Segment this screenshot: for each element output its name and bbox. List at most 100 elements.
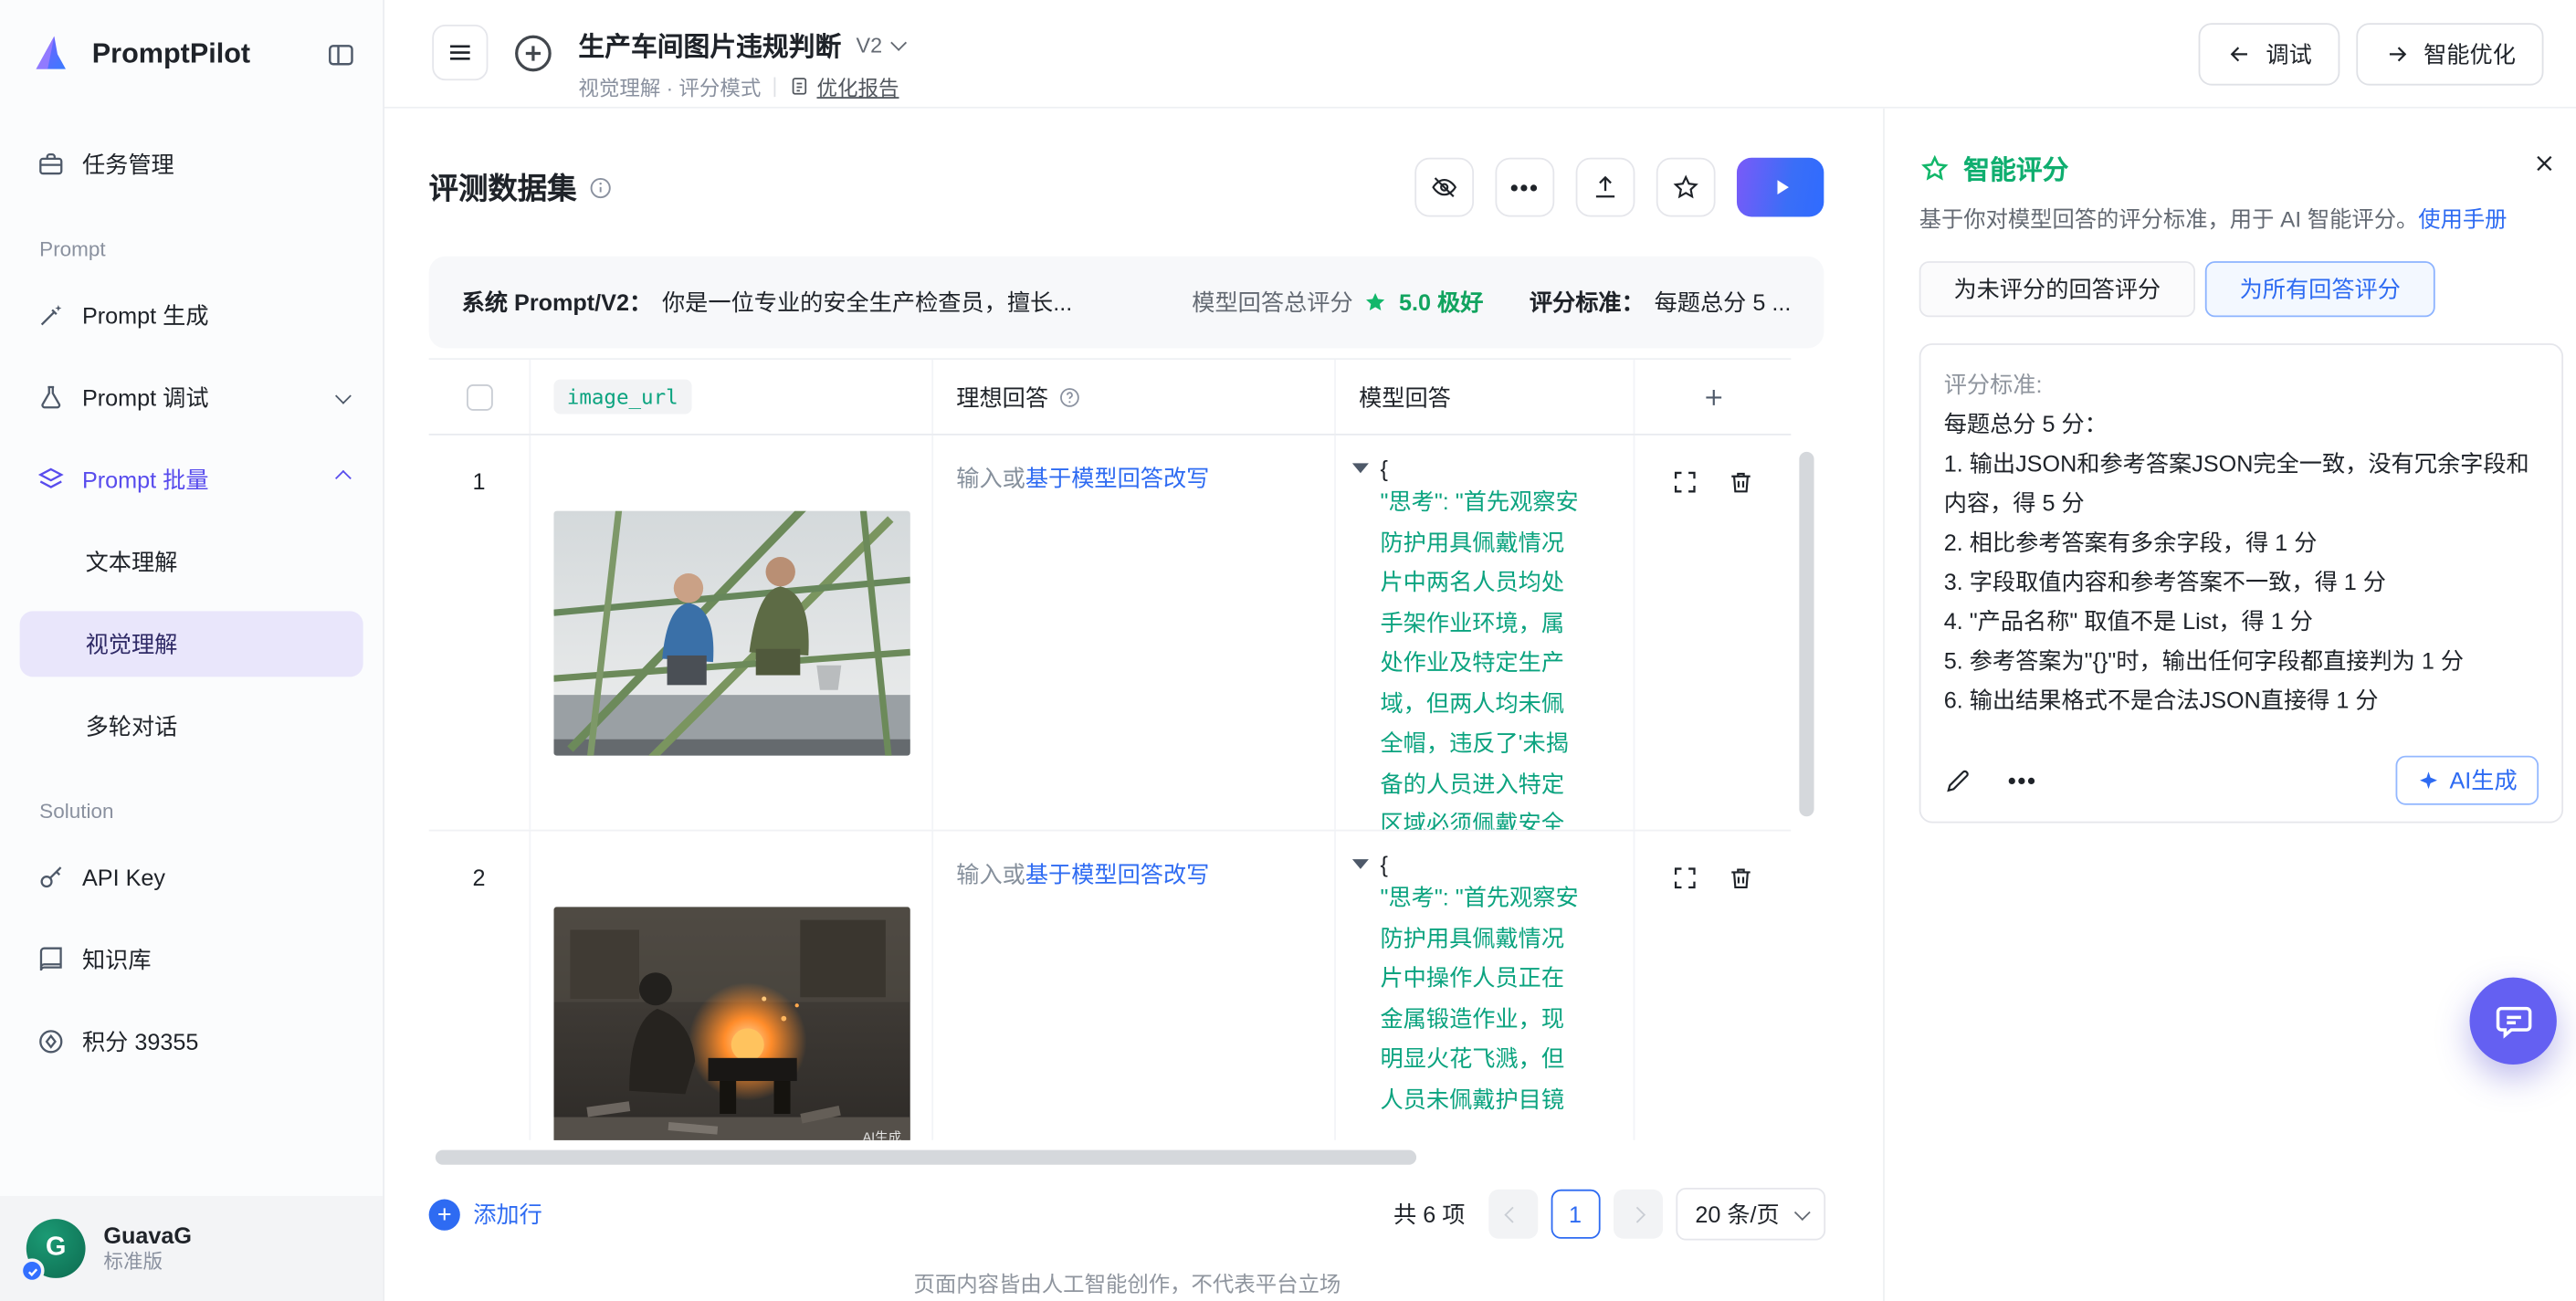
close-icon[interactable] [2532, 152, 2557, 176]
collapse-json-icon[interactable] [1352, 859, 1369, 869]
sidebar-item-visual-understanding[interactable]: 视觉理解 [20, 611, 363, 677]
sidebar-item-knowledge-base[interactable]: 知识库 [20, 927, 363, 992]
sidebar-item-label: 积分 39355 [82, 1025, 198, 1058]
chat-support-button[interactable] [2469, 978, 2556, 1065]
chevron-right-icon [1629, 1206, 1645, 1222]
more-options-icon[interactable]: ••• [2008, 767, 2037, 793]
chevron-left-icon [1505, 1206, 1521, 1222]
next-page-button[interactable] [1613, 1190, 1662, 1239]
delete-row-icon[interactable] [1727, 864, 1755, 892]
favorite-button[interactable] [1656, 158, 1716, 217]
arrow-left-icon [2226, 41, 2253, 68]
app-title: PromptPilot [92, 37, 250, 70]
select-all-checkbox[interactable] [466, 383, 492, 410]
play-icon [1765, 173, 1794, 202]
prev-page-button[interactable] [1488, 1190, 1538, 1239]
rewrite-from-model-link[interactable]: 基于模型回答改写 [1025, 465, 1210, 491]
sidebar-item-text-understanding[interactable]: 文本理解 [20, 529, 363, 594]
row-index: 2 [429, 831, 531, 1139]
section-solution-label: Solution [0, 767, 383, 836]
column-ideal-answer: 理想回答 [956, 381, 1048, 414]
row-image-thumbnail[interactable]: AI生成 [552, 906, 909, 1139]
smart-optimize-button[interactable]: 智能优化 [2356, 23, 2543, 85]
horizontal-scrollbar-thumb[interactable] [436, 1150, 1416, 1165]
score-all-button[interactable]: 为所有回答评分 [2205, 261, 2435, 317]
row-index: 1 [429, 435, 531, 830]
sparkle-icon [2416, 769, 2439, 792]
page-size-select[interactable]: 20 条/页 [1676, 1188, 1825, 1241]
sidebar-item-prompt-batch[interactable]: Prompt 批量 [20, 446, 363, 512]
delete-row-icon[interactable] [1727, 468, 1755, 497]
more-actions-button[interactable]: ••• [1495, 158, 1554, 217]
sidebar-item-multiturn-dialog[interactable]: 多轮对话 [20, 693, 363, 759]
sidebar-item-label: Prompt 批量 [82, 463, 209, 496]
sidebar-item-task-mgmt[interactable]: 任务管理 [20, 131, 363, 197]
model-answer-json: "思考": "首先观察安防护用具佩戴情况片中操作人员正在金属锻造作业，现明显火花… [1380, 877, 1626, 1119]
user-manual-link[interactable]: 使用手册 [2418, 207, 2507, 232]
page-title: 生产车间图片违规判断 [578, 25, 841, 64]
smart-scoring-panel: 智能评分 基于你对模型回答的评分标准，用于 AI 智能评分。使用手册 为未评分的… [1885, 109, 2576, 1301]
avatar: G [26, 1219, 86, 1278]
run-evaluation-button[interactable] [1737, 158, 1824, 217]
optimization-report-link[interactable]: 优化报告 [789, 70, 899, 101]
sidebar-item-label: 知识库 [82, 943, 152, 976]
book-icon [37, 945, 66, 974]
table-body: 1 [429, 435, 1792, 1140]
version-dropdown[interactable]: V2 [857, 32, 902, 57]
sidebar-item-prompt-gen[interactable]: Prompt 生成 [20, 282, 363, 348]
menu-button[interactable] [432, 25, 488, 80]
score-label: 模型回答总评分 [1192, 286, 1352, 319]
info-circle-icon[interactable] [588, 175, 613, 200]
sidebar-item-points[interactable]: 积分 39355 [20, 1009, 363, 1075]
criteria-editor[interactable]: 评分标准: 每题总分 5 分：1. 输出JSON和参考答案JSON完全一致，没有… [1919, 343, 2563, 823]
page-number-button[interactable]: 1 [1551, 1190, 1600, 1239]
sidebar-collapse-icon[interactable] [325, 38, 356, 69]
star-icon [1362, 289, 1389, 316]
sidebar: PromptPilot 任务管理 Prompt Prompt 生成 Prompt… [0, 0, 384, 1301]
user-card[interactable]: G GuavaG 标准版 [0, 1196, 383, 1301]
overall-score: 5.0 极好 [1399, 286, 1483, 319]
column-image-url: image_url [553, 380, 691, 414]
edit-pencil-icon[interactable] [1944, 766, 1972, 794]
system-prompt-text: 你是一位专业的安全生产检查员，擅长... [662, 286, 1166, 319]
add-row-button[interactable]: + 添加行 [429, 1198, 542, 1231]
sidebar-item-label: Prompt 生成 [82, 299, 209, 331]
json-open-brace: { [1380, 455, 1387, 481]
upload-button[interactable] [1576, 158, 1635, 217]
logo: PromptPilot [0, 0, 383, 95]
collapse-json-icon[interactable] [1352, 463, 1369, 473]
row-image-thumbnail[interactable] [552, 510, 909, 755]
score-unscored-button[interactable]: 为未评分的回答评分 [1919, 261, 2195, 317]
ai-generated-watermark: AI生成 [863, 1128, 901, 1139]
section-prompt-label: Prompt [0, 205, 383, 275]
plus-circle-icon: + [429, 1199, 460, 1230]
table-row: 1 [429, 435, 1792, 832]
chevron-up-icon [335, 469, 352, 486]
table-row: 2 [429, 831, 1792, 1139]
debug-button[interactable]: 调试 [2199, 23, 2340, 85]
expand-row-icon[interactable] [1671, 864, 1699, 892]
chevron-down-icon [890, 34, 907, 50]
sidebar-item-label: 任务管理 [82, 148, 174, 181]
sidebar-item-prompt-debug[interactable]: Prompt 调试 [20, 364, 363, 430]
ai-generate-button[interactable]: AI生成 [2395, 756, 2539, 805]
rewrite-from-model-link[interactable]: 基于模型回答改写 [1025, 861, 1210, 887]
sidebar-item-api-key[interactable]: API Key [20, 845, 363, 910]
sidebar-item-label: 视觉理解 [86, 627, 178, 660]
layers-icon [37, 465, 66, 494]
system-prompt-summary-bar[interactable]: 系统 Prompt/V2： 你是一位专业的安全生产检查员，擅长... 模型回答总… [429, 257, 1824, 349]
scoring-panel-desc: 基于你对模型回答的评分标准，用于 AI 智能评分。 [1919, 207, 2419, 232]
new-task-button[interactable] [511, 31, 556, 76]
add-column-button[interactable] [1635, 360, 1791, 434]
total-count: 共 6 项 [1393, 1198, 1465, 1231]
vertical-scrollbar[interactable] [1799, 452, 1814, 816]
model-answer-json: "思考": "首先观察安防护用具佩戴情况片中两名人员均处手架作业环境，属处作业及… [1380, 481, 1626, 829]
dataset-title: 评测数据集 [429, 166, 577, 209]
expand-row-icon[interactable] [1671, 468, 1699, 497]
sidebar-item-label: 文本理解 [86, 545, 178, 578]
app-window: PromptPilot 任务管理 Prompt Prompt 生成 Prompt… [0, 0, 2576, 1301]
question-circle-icon[interactable] [1058, 385, 1081, 408]
shield-badge-icon [20, 1258, 45, 1283]
hide-columns-button[interactable] [1414, 158, 1474, 217]
sidebar-spacer [0, 1083, 383, 1196]
